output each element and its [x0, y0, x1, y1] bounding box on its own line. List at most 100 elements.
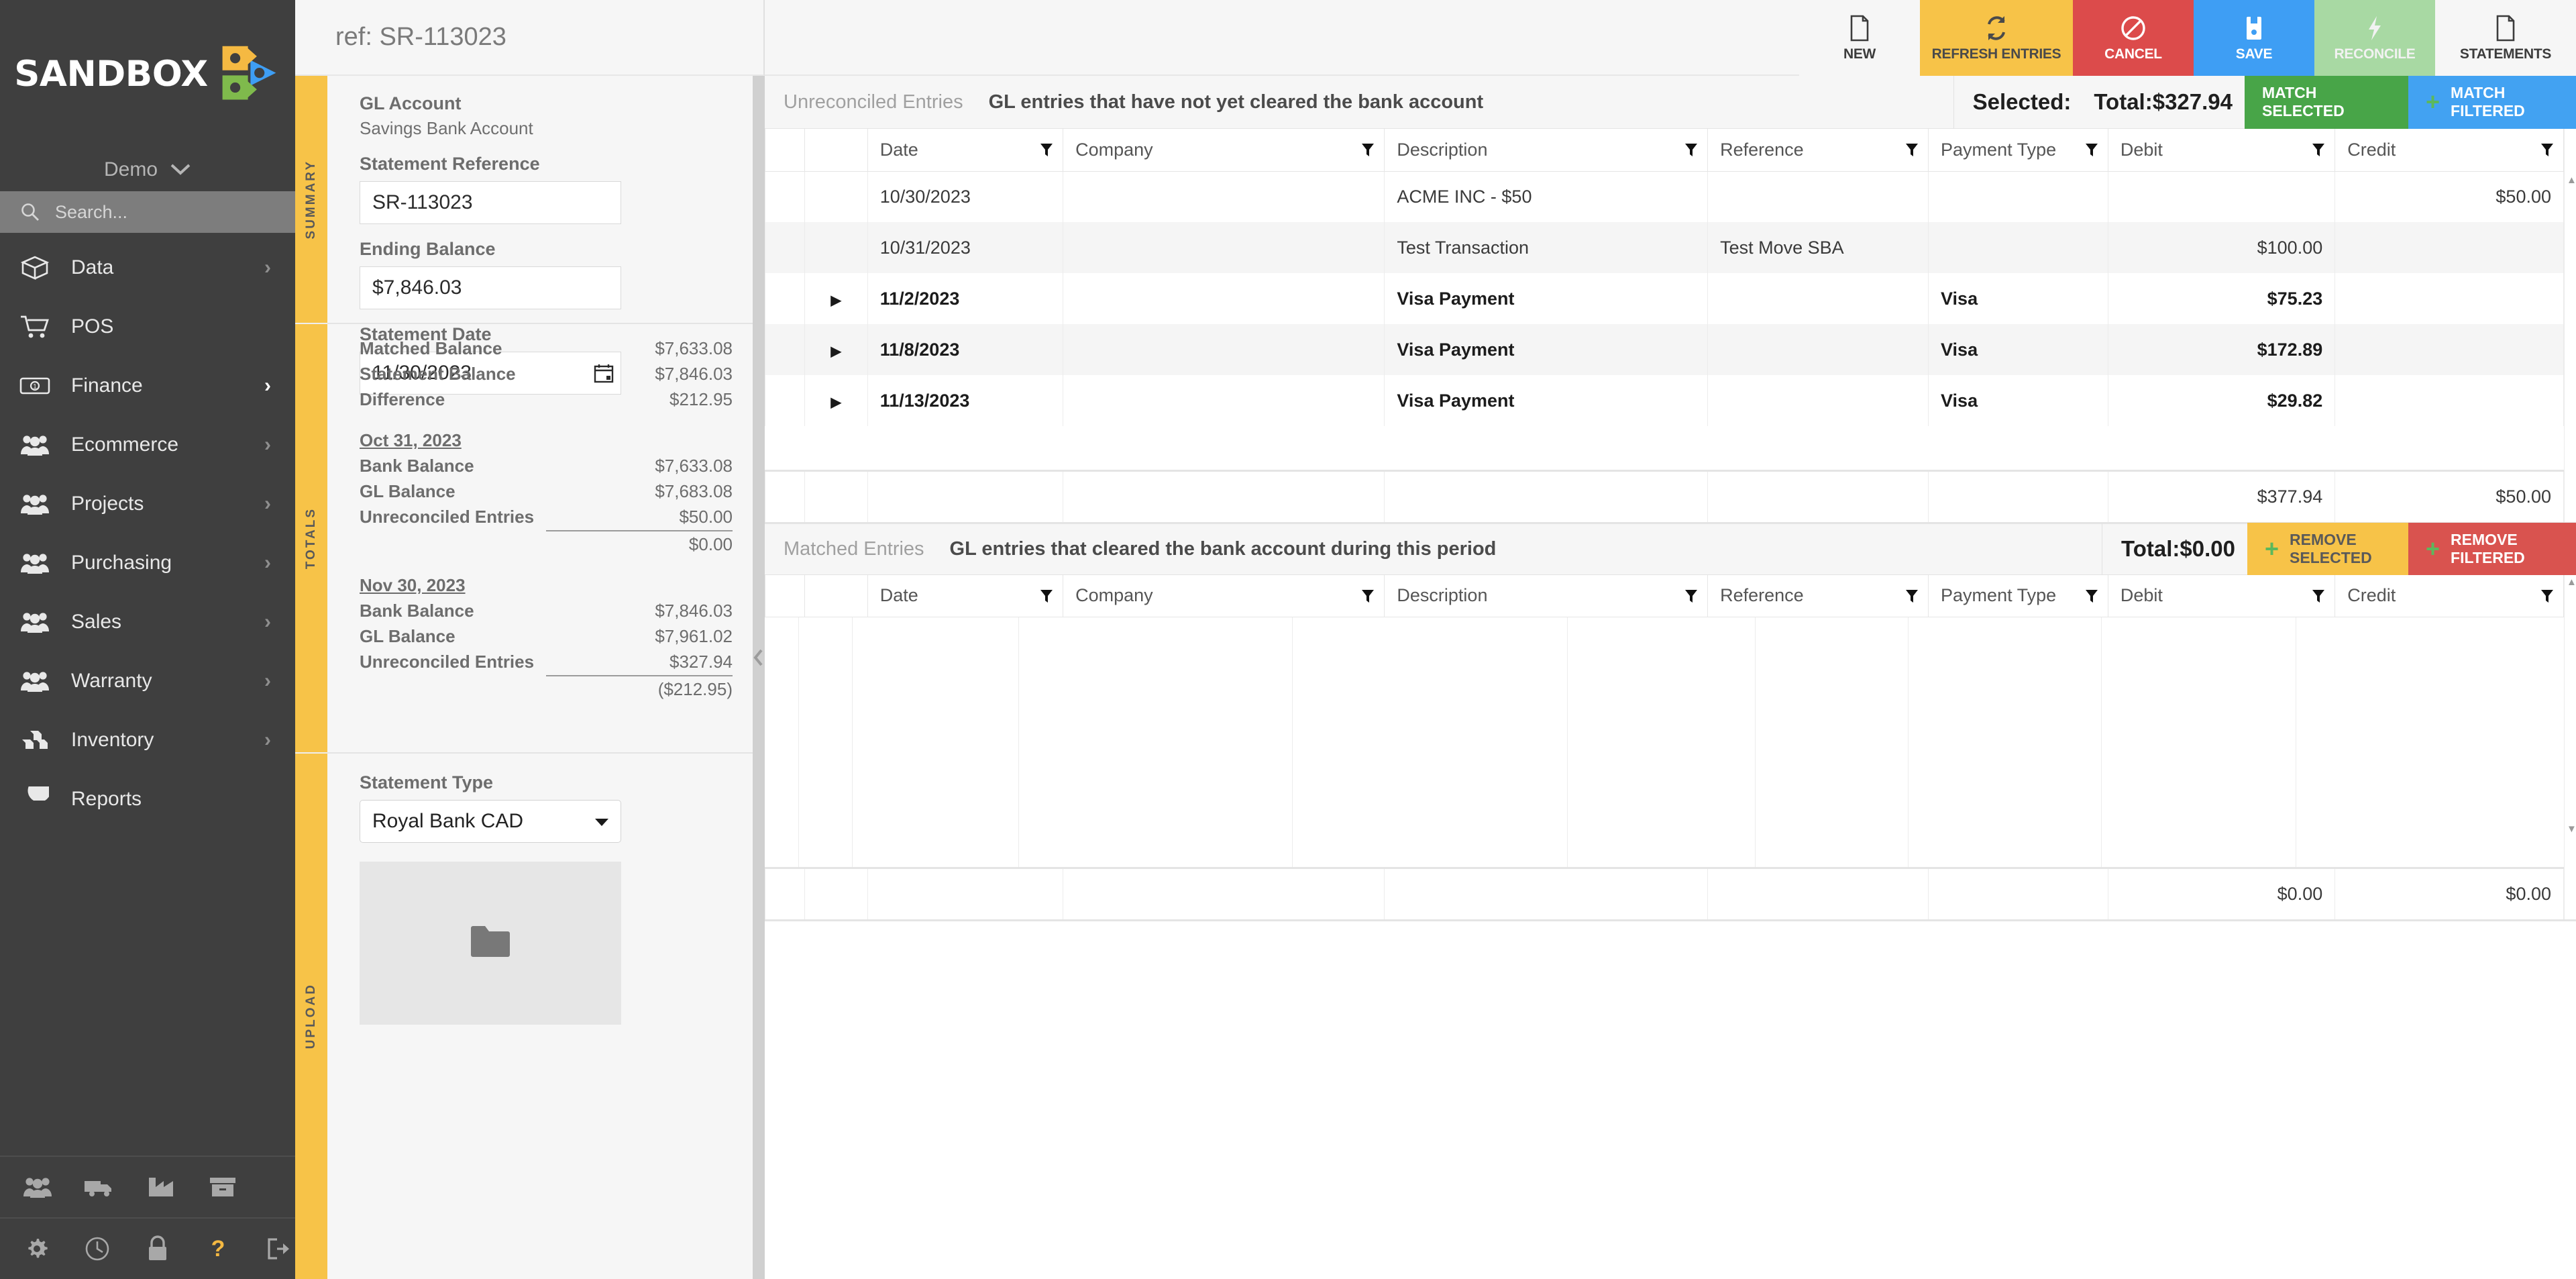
logout-icon[interactable]	[262, 1233, 295, 1265]
sidebar: SANDBOX Demo Search... Data › POS 1 Fina…	[0, 0, 295, 1279]
search-input[interactable]: Search...	[0, 191, 295, 233]
filter-icon[interactable]	[1361, 589, 1375, 609]
matched-totals-row: $0.00 $0.00	[765, 867, 2564, 919]
statements-button[interactable]: STATEMENTS	[2435, 0, 2576, 76]
header-date[interactable]: Date	[867, 129, 1064, 172]
filter-icon[interactable]	[2540, 142, 2554, 163]
tab-upload[interactable]: UPLOAD	[295, 754, 327, 1279]
unreconciled-vertical-scrollbar[interactable]: ▲	[2564, 129, 2576, 522]
tab-summary[interactable]: SUMMARY	[295, 76, 327, 324]
statement-type-select[interactable]: Royal Bank CAD	[360, 800, 621, 843]
collapse-panel-button[interactable]	[753, 642, 765, 678]
filter-icon[interactable]	[1905, 142, 1919, 163]
scroll-up-icon[interactable]: ▲	[2567, 174, 2576, 186]
totals-blank	[867, 470, 1064, 522]
truck-icon[interactable]	[82, 1171, 117, 1203]
factory-icon[interactable]	[144, 1171, 178, 1203]
expand-row-button[interactable]: ▶	[804, 273, 868, 324]
filter-icon[interactable]	[1684, 589, 1698, 609]
sidebar-item-finance[interactable]: 1 Finance ›	[0, 356, 295, 415]
filter-icon[interactable]	[2085, 142, 2098, 163]
sidebar-item-sales[interactable]: Sales ›	[0, 593, 295, 652]
row-select-cell[interactable]	[765, 324, 805, 375]
reconcile-button-label: RECONCILE	[2334, 46, 2416, 62]
row-select-cell[interactable]	[765, 222, 805, 273]
clock-icon[interactable]	[80, 1233, 114, 1265]
sidebar-item-warranty[interactable]: Warranty ›	[0, 652, 295, 711]
tenant-selector[interactable]: Demo	[0, 148, 295, 191]
expand-row-button[interactable]: ▶	[804, 324, 868, 375]
filter-icon[interactable]	[1361, 142, 1375, 163]
row-select-cell[interactable]	[765, 273, 805, 324]
expand-cell[interactable]	[804, 222, 868, 273]
sidebar-item-ecommerce[interactable]: Ecommerce ›	[0, 415, 295, 474]
sidebar-item-inventory[interactable]: Inventory ›	[0, 711, 295, 770]
filter-icon[interactable]	[1684, 142, 1698, 163]
header-company[interactable]: Company	[1063, 574, 1385, 617]
header-date[interactable]: Date	[867, 574, 1064, 617]
save-button[interactable]: SAVE	[2194, 0, 2314, 76]
scroll-up-icon[interactable]: ▲	[2567, 576, 2576, 588]
filter-icon[interactable]	[2312, 589, 2325, 609]
filter-icon[interactable]	[2312, 142, 2325, 163]
sidebar-item-reports[interactable]: Reports	[0, 770, 295, 829]
tab-totals[interactable]: TOTALS	[295, 324, 327, 754]
file-dropzone[interactable]	[360, 862, 621, 1025]
cell-date: 11/2/2023	[867, 273, 1064, 324]
matched-vertical-scrollbar[interactable]: ▲ ▼	[2564, 574, 2576, 919]
sidebar-item-projects[interactable]: Projects ›	[0, 474, 295, 533]
ending-balance-input[interactable]: $7,846.03	[360, 266, 621, 309]
sidebar-item-data[interactable]: Data ›	[0, 238, 295, 297]
sidebar-item-label: Ecommerce	[71, 433, 179, 456]
plus-icon: +	[2426, 88, 2440, 115]
filter-icon[interactable]	[1905, 589, 1919, 609]
filter-icon[interactable]	[1040, 142, 1053, 163]
new-button[interactable]: NEW	[1799, 0, 1920, 76]
row-select-cell[interactable]	[765, 171, 805, 222]
people-icon[interactable]	[20, 1171, 55, 1203]
filter-icon[interactable]	[2085, 589, 2098, 609]
question-icon[interactable]: ?	[201, 1233, 235, 1265]
header-company[interactable]: Company	[1063, 129, 1385, 172]
match-selected-button[interactable]: MATCH SELECTED	[2245, 75, 2408, 129]
row-select-cell[interactable]	[765, 375, 805, 426]
header-payment-type[interactable]: Payment Type	[1928, 129, 2108, 172]
upload-panel: Statement Type Royal Bank CAD	[327, 754, 765, 1279]
header-credit[interactable]: Credit	[2334, 574, 2564, 617]
header-description[interactable]: Description	[1384, 574, 1709, 617]
period-1-bank-balance-row: Bank Balance $7,633.08	[360, 456, 733, 476]
table-row[interactable]: ▶ 11/2/2023 Visa Payment Visa $75.23	[765, 273, 2564, 324]
cell-reference	[1707, 324, 1929, 375]
header-description[interactable]: Description	[1384, 129, 1709, 172]
table-row[interactable]: 10/30/2023 ACME INC - $50 $50.00	[765, 171, 2564, 222]
cancel-button[interactable]: CANCEL	[2073, 0, 2194, 76]
match-filtered-button[interactable]: + MATCH FILTERED	[2408, 75, 2576, 129]
filter-icon[interactable]	[1040, 589, 1053, 609]
header-debit[interactable]: Debit	[2107, 129, 2336, 172]
header-reference[interactable]: Reference	[1707, 574, 1929, 617]
filter-icon[interactable]	[2540, 589, 2554, 609]
table-row[interactable]: 10/31/2023 Test Transaction Test Move SB…	[765, 222, 2564, 273]
remove-selected-button[interactable]: + REMOVE SELECTED	[2247, 522, 2408, 576]
plus-icon: +	[2265, 535, 2279, 562]
header-credit[interactable]: Credit	[2334, 129, 2564, 172]
table-row[interactable]: ▶ 11/13/2023 Visa Payment Visa $29.82	[765, 375, 2564, 426]
sidebar-item-pos[interactable]: POS	[0, 297, 295, 356]
archive-icon[interactable]	[205, 1171, 240, 1203]
remove-filtered-button[interactable]: + REMOVE FILTERED	[2408, 522, 2576, 576]
statement-reference-input[interactable]: SR-113023	[360, 181, 621, 224]
table-row[interactable]: ▶ 11/8/2023 Visa Payment Visa $172.89	[765, 324, 2564, 375]
refresh-entries-button[interactable]: REFRESH ENTRIES	[1920, 0, 2073, 76]
scroll-down-icon[interactable]: ▼	[2567, 823, 2576, 835]
expand-cell[interactable]	[804, 171, 868, 222]
people-icon	[19, 489, 51, 519]
sidebar-item-purchasing[interactable]: Purchasing ›	[0, 533, 295, 593]
header-reference[interactable]: Reference	[1707, 129, 1929, 172]
reconcile-button[interactable]: RECONCILE	[2314, 0, 2435, 76]
header-debit[interactable]: Debit	[2107, 574, 2336, 617]
expand-row-button[interactable]: ▶	[804, 375, 868, 426]
lock-icon[interactable]	[141, 1233, 174, 1265]
header-payment-type[interactable]: Payment Type	[1928, 574, 2108, 617]
cell-description: Visa Payment	[1384, 273, 1709, 324]
gear-icon[interactable]	[20, 1233, 54, 1265]
